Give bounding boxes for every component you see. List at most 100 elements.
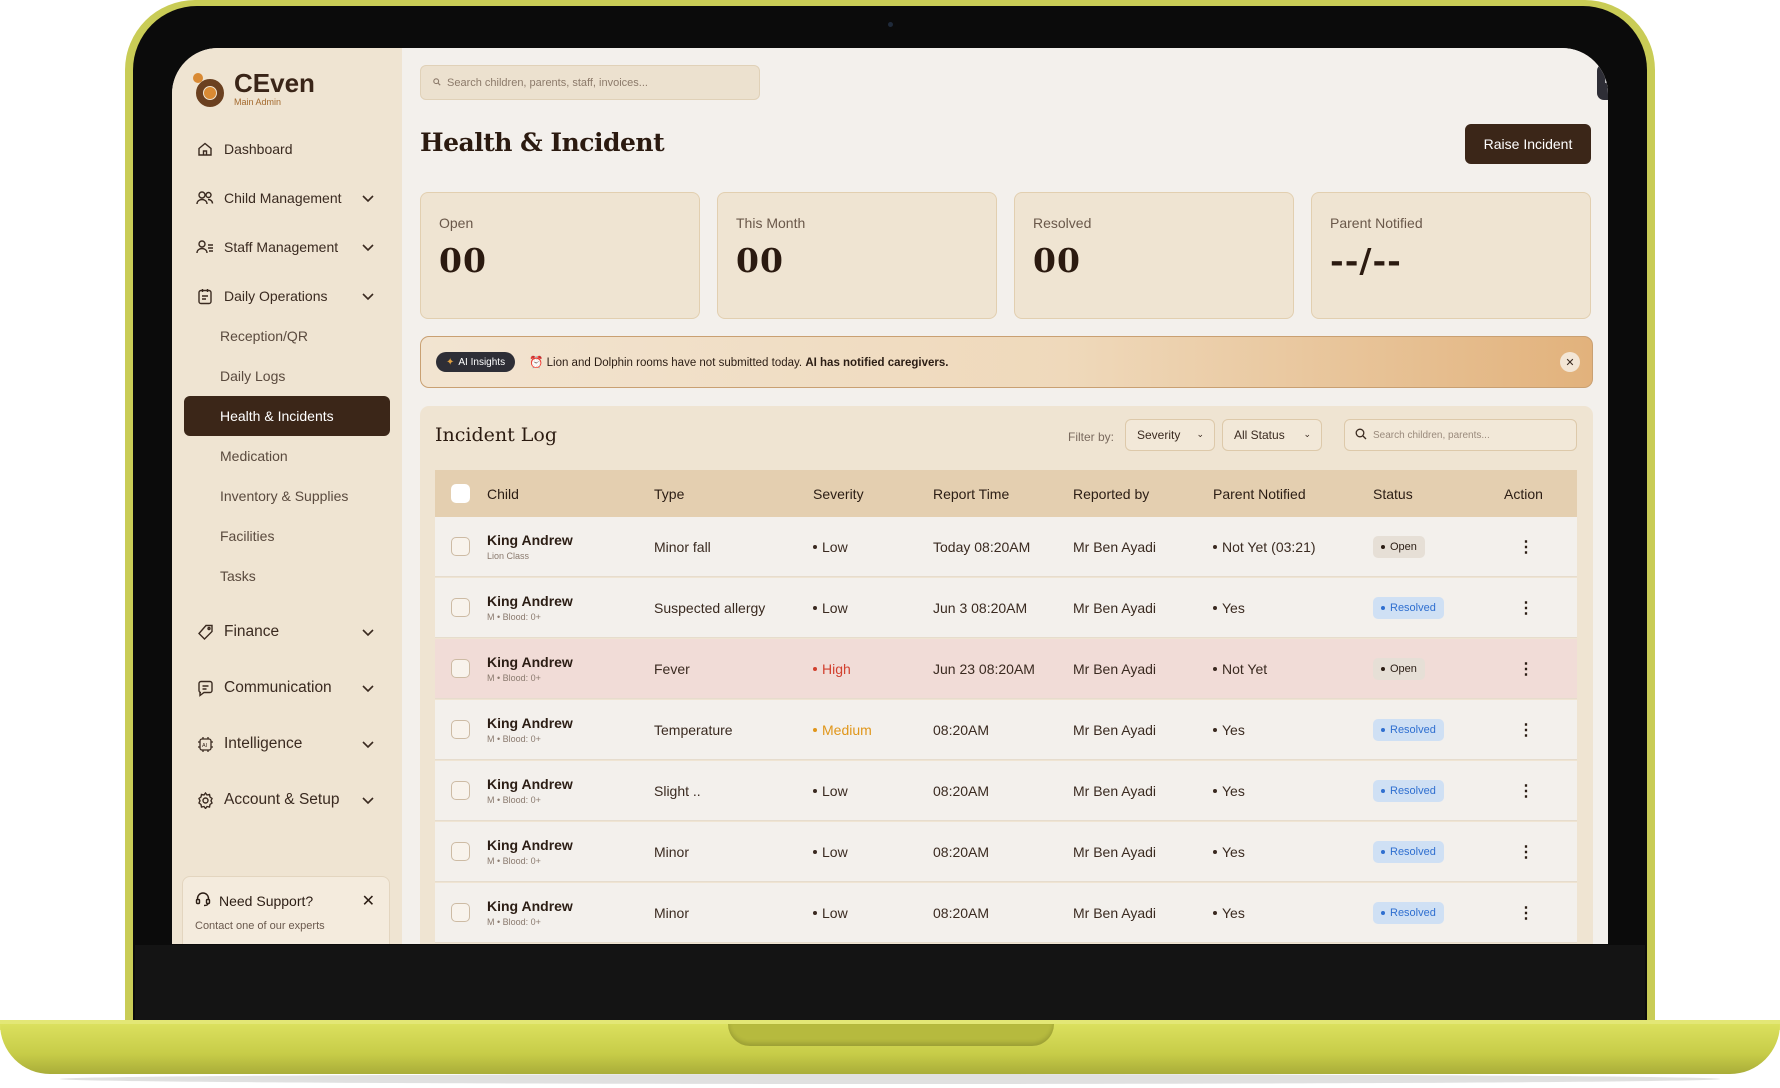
reported-by: Mr Ben Ayadi (1073, 599, 1157, 616)
more-actions-icon[interactable]: ⋮ (1518, 598, 1534, 618)
table-row[interactable]: King Andrew M • Blood: 0+ Minor Low 08:20AM M… (435, 822, 1577, 882)
more-actions-icon[interactable]: ⋮ (1518, 842, 1534, 862)
staff-icon (196, 238, 214, 256)
row-checkbox[interactable] (451, 598, 470, 617)
select-all-checkbox[interactable] (451, 484, 470, 503)
chevron-down-icon[interactable] (360, 792, 376, 808)
column-header-parent-notified[interactable]: Parent Notified (1213, 470, 1306, 517)
chevron-down-icon: ⌄ (1196, 429, 1204, 439)
parent-notified-timer: (03:21) (1271, 538, 1316, 555)
chat-icon (196, 679, 214, 697)
more-actions-icon[interactable]: ⋮ (1518, 537, 1534, 557)
incident-search-placeholder: Search children, parents... (1373, 429, 1490, 441)
sidebar-subitem-health-incidents[interactable]: Health & Incidents (184, 396, 390, 436)
child-name[interactable]: King Andrew (487, 654, 573, 670)
child-name[interactable]: King Andrew (487, 532, 573, 548)
ai-insights-label: AI Insights (458, 356, 506, 368)
home-icon (196, 140, 214, 158)
sidebar-subitem-daily-logs[interactable]: Daily Logs (184, 356, 390, 396)
severity-value: Low (813, 517, 848, 576)
severity-select-value: Severity (1137, 428, 1181, 442)
sidebar-subitem-tasks[interactable]: Tasks (184, 556, 390, 596)
sidebar-subitem-medication[interactable]: Medication (184, 436, 390, 476)
child-name[interactable]: King Andrew (487, 776, 573, 792)
ai-insight-banner: ✦ AI Insights ⏰ Lion and Dolphin rooms h… (420, 336, 1593, 388)
status-select[interactable]: All Status ⌄ (1222, 419, 1322, 451)
status-badge: Resolved (1373, 901, 1444, 924)
table-row[interactable]: King Andrew Lion Class Minor fall Low Today … (435, 517, 1577, 577)
chevron-down-icon[interactable] (360, 239, 376, 255)
severity-value: Low (813, 578, 848, 637)
parent-notified: Yes (1213, 883, 1249, 942)
sidebar-item-staff-management[interactable]: Staff Management (184, 227, 390, 267)
sidebar-item-intelligence[interactable]: AI Intelligence (184, 724, 390, 764)
main-content: Search children, parents, staff, invoice… (403, 48, 1608, 944)
more-actions-icon[interactable]: ⋮ (1518, 659, 1534, 679)
chevron-down-icon[interactable] (360, 190, 376, 206)
sidebar-item-label: Finance (224, 623, 280, 640)
sparkle-icon: ✦ (446, 356, 455, 368)
ai-assistant-button[interactable] (1597, 64, 1608, 100)
support-card[interactable]: Need Support? Contact one of our experts… (182, 876, 390, 944)
column-header-type[interactable]: Type (654, 470, 684, 517)
table-row[interactable]: King Andrew M • Blood: 0+ Temperature Mediu… (435, 700, 1577, 760)
column-header-report-time[interactable]: Report Time (933, 470, 1009, 517)
sidebar-item-communication[interactable]: Communication (184, 668, 390, 708)
stat-value: 00 (1033, 241, 1081, 280)
stat-value: --/-- (1330, 241, 1402, 280)
row-checkbox[interactable] (451, 537, 470, 556)
child-meta: M • Blood: 0+ (487, 734, 541, 744)
table-row[interactable]: King Andrew M • Blood: 0+ Slight .. Low 08:2… (435, 761, 1577, 821)
brand-logo[interactable]: CEven Main Admin (190, 70, 315, 107)
row-checkbox[interactable] (451, 842, 470, 861)
chevron-down-icon[interactable] (360, 680, 376, 696)
column-header-status[interactable]: Status (1373, 470, 1413, 517)
robot-icon (1604, 69, 1608, 96)
parent-notified-value: Yes (1222, 599, 1245, 616)
more-actions-icon[interactable]: ⋮ (1518, 903, 1534, 923)
child-name[interactable]: King Andrew (487, 837, 573, 853)
column-header-child[interactable]: Child (487, 470, 519, 517)
brand-subtitle: Main Admin (234, 97, 282, 107)
column-header-reported-by[interactable]: Reported by (1073, 470, 1149, 517)
sidebar-item-dashboard[interactable]: Dashboard (184, 129, 390, 169)
sidebar-item-finance[interactable]: Finance (184, 612, 390, 652)
close-icon[interactable]: ✕ (1560, 352, 1580, 372)
sidebar-subitem-facilities[interactable]: Facilities (184, 516, 390, 556)
more-actions-icon[interactable]: ⋮ (1518, 720, 1534, 740)
row-checkbox[interactable] (451, 903, 470, 922)
chevron-down-icon[interactable] (360, 288, 376, 304)
incident-type: Suspected allergy (654, 599, 766, 616)
chevron-down-icon[interactable] (360, 624, 376, 640)
row-checkbox[interactable] (451, 659, 470, 678)
raise-incident-button[interactable]: Raise Incident (1465, 124, 1591, 164)
child-name[interactable]: King Andrew (487, 593, 573, 609)
table-row[interactable]: King Andrew M • Blood: 0+ Suspected allerg… (435, 578, 1577, 638)
row-checkbox[interactable] (451, 781, 470, 800)
severity-select[interactable]: Severity ⌄ (1125, 419, 1215, 451)
stat-label: Open (439, 215, 474, 231)
sidebar-item-account-setup[interactable]: Account & Setup (184, 780, 390, 820)
settings-icon (196, 791, 214, 809)
sidebar-item-label: Intelligence (224, 735, 303, 752)
close-icon[interactable]: ✕ (362, 891, 375, 911)
sidebar-item-child-management[interactable]: Child Management (184, 178, 390, 218)
more-actions-icon[interactable]: ⋮ (1518, 781, 1534, 801)
status-badge: Open (1373, 657, 1425, 680)
parent-notified-value: Not Yet (1222, 660, 1268, 677)
table-row[interactable]: King Andrew M • Blood: 0+ Minor Low 08:20AM M… (435, 883, 1577, 943)
row-checkbox[interactable] (451, 720, 470, 739)
column-header-severity[interactable]: Severity (813, 470, 864, 517)
report-time: Today 08:20AM (933, 538, 1031, 555)
chevron-down-icon[interactable] (360, 736, 376, 752)
table-row[interactable]: King Andrew M • Blood: 0+ Fever High Jun 23 … (435, 639, 1577, 699)
incident-search-input[interactable]: Search children, parents... (1344, 419, 1577, 451)
search-input[interactable]: Search children, parents, staff, invoice… (420, 65, 760, 100)
child-name[interactable]: King Andrew (487, 898, 573, 914)
incident-log-title: Incident Log (435, 424, 557, 446)
sidebar-subitem-inventory[interactable]: Inventory & Supplies (184, 476, 390, 516)
column-header-action[interactable]: Action (1504, 470, 1543, 517)
sidebar-subitem-reception[interactable]: Reception/QR (184, 316, 390, 356)
child-name[interactable]: King Andrew (487, 715, 573, 731)
sidebar-item-daily-operations[interactable]: Daily Operations (184, 276, 390, 316)
